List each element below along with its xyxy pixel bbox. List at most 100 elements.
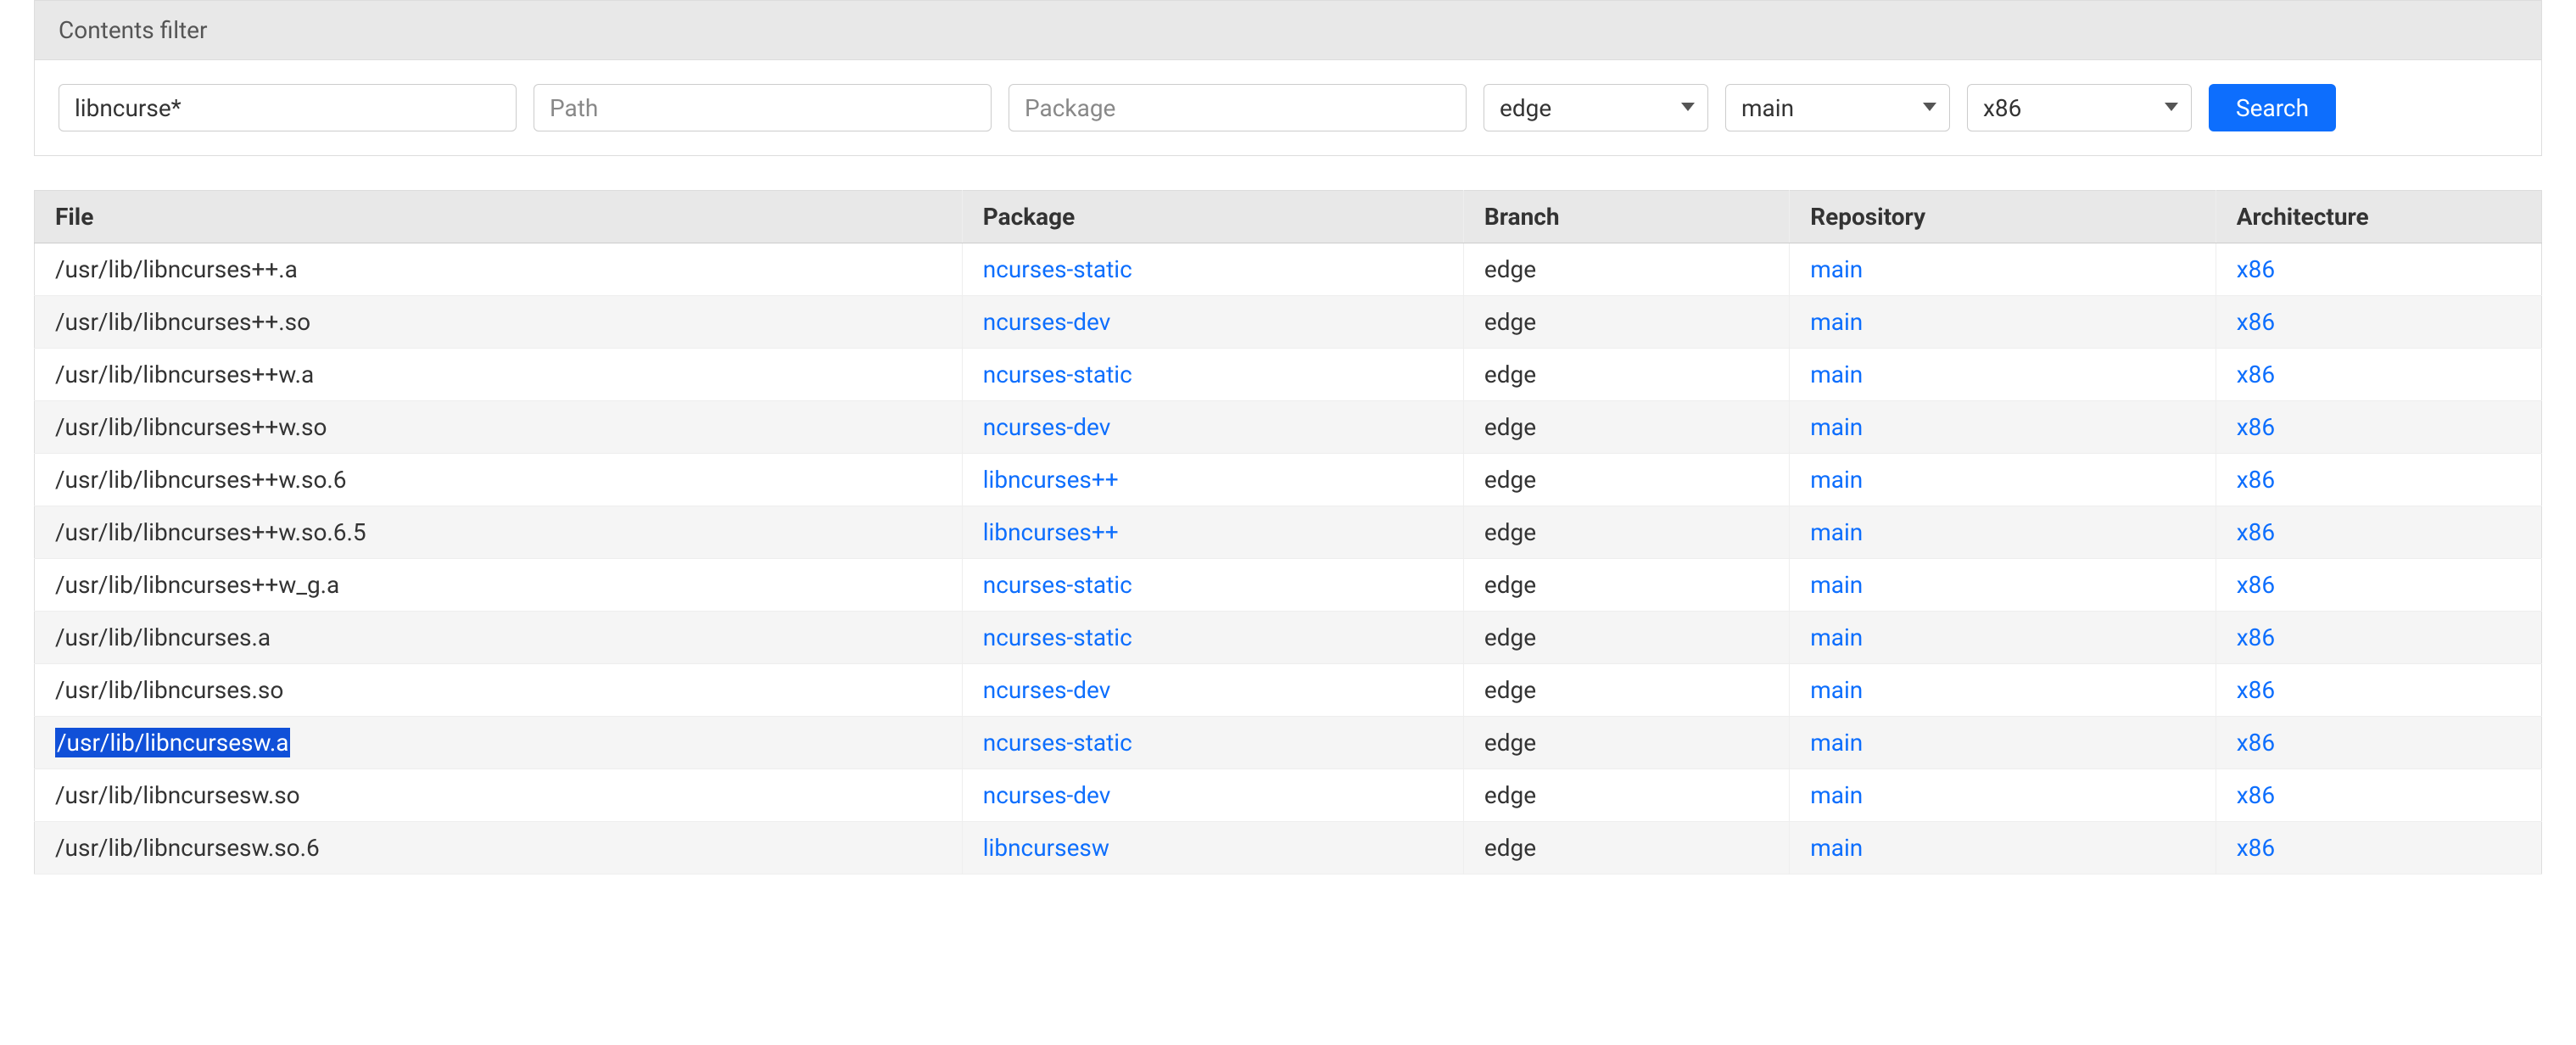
table-header-row: File Package Branch Repository Architect… xyxy=(35,191,2542,243)
table-row: /usr/lib/libncursesw.so.6 libncursesw edge… xyxy=(35,822,2542,875)
cell-package: ncurses-dev xyxy=(962,664,1463,717)
package-link[interactable]: ncurses-dev xyxy=(983,781,1111,809)
cell-repository: main xyxy=(1790,454,2216,506)
table-row: /usr/lib/libncurses++w.soncurses-devedge… xyxy=(35,401,2542,454)
cell-file: /usr/lib/libncursesw.so xyxy=(35,769,963,822)
package-link[interactable]: ncurses-static xyxy=(983,729,1132,757)
cell-package: ncurses-static xyxy=(962,349,1463,401)
architecture-link[interactable]: x86 xyxy=(2237,413,2275,441)
col-header-package: Package xyxy=(962,191,1463,243)
package-link[interactable]: ncurses-static xyxy=(983,571,1132,599)
cell-file: /usr/lib/libncurses++w_g.a xyxy=(35,559,963,612)
repository-link[interactable]: main xyxy=(1810,623,1863,651)
contents-filter-form: edge main x86 Search xyxy=(35,60,2541,155)
repository-link[interactable]: main xyxy=(1810,466,1863,494)
architecture-link[interactable]: x86 xyxy=(2237,571,2275,599)
architecture-link[interactable]: x86 xyxy=(2237,518,2275,546)
cell-branch: edge xyxy=(1463,559,1789,612)
architecture-link[interactable]: x86 xyxy=(2237,676,2275,704)
col-header-repository: Repository xyxy=(1790,191,2216,243)
table-row: /usr/lib/libncurses.a ncurses-static edgem… xyxy=(35,612,2542,664)
cell-package: ncurses-dev xyxy=(962,401,1463,454)
file-filter-input[interactable] xyxy=(59,84,517,131)
cell-branch: edge xyxy=(1463,349,1789,401)
cell-file: /usr/lib/libncursesw.so.6 xyxy=(35,822,963,875)
cell-architecture: x86 xyxy=(2216,401,2541,454)
architecture-link[interactable]: x86 xyxy=(2237,360,2275,388)
cell-repository: main xyxy=(1790,769,2216,822)
repository-select[interactable]: main xyxy=(1725,84,1950,131)
cell-repository: main xyxy=(1790,401,2216,454)
contents-filter-title: Contents filter xyxy=(35,1,2541,60)
cell-branch: edge xyxy=(1463,822,1789,875)
cell-repository: main xyxy=(1790,243,2216,296)
cell-package: ncurses-static xyxy=(962,612,1463,664)
package-link[interactable]: ncurses-static xyxy=(983,255,1132,283)
architecture-link[interactable]: x86 xyxy=(2237,781,2275,809)
cell-branch: edge xyxy=(1463,296,1789,349)
cell-branch: edge xyxy=(1463,506,1789,559)
cell-repository: main xyxy=(1790,506,2216,559)
repository-link[interactable]: main xyxy=(1810,518,1863,546)
cell-branch: edge xyxy=(1463,612,1789,664)
table-row: /usr/lib/libncursesw.a ncurses-static edge… xyxy=(35,717,2542,769)
cell-repository: main xyxy=(1790,822,2216,875)
package-link[interactable]: ncurses-static xyxy=(983,623,1132,651)
repository-link[interactable]: main xyxy=(1810,781,1863,809)
package-link[interactable]: libncurses++ xyxy=(983,518,1119,546)
architecture-link[interactable]: x86 xyxy=(2237,255,2275,283)
table-row: /usr/lib/libncurses++.so ncurses-dev edgem… xyxy=(35,296,2542,349)
repository-link[interactable]: main xyxy=(1810,729,1863,757)
cell-package: ncurses-static xyxy=(962,717,1463,769)
architecture-link[interactable]: x86 xyxy=(2237,834,2275,862)
repository-link[interactable]: main xyxy=(1810,571,1863,599)
architecture-select[interactable]: x86 xyxy=(1967,84,2192,131)
cell-file: /usr/lib/libncurses.a xyxy=(35,612,963,664)
repository-link[interactable]: main xyxy=(1810,308,1863,336)
cell-branch: edge xyxy=(1463,243,1789,296)
cell-architecture: x86 xyxy=(2216,664,2541,717)
contents-filter-panel: Contents filter edge main x86 Search xyxy=(34,0,2542,156)
cell-file: /usr/lib/libncursesw.a xyxy=(35,717,963,769)
cell-file: /usr/lib/libncurses++w.so.6.5 xyxy=(35,506,963,559)
architecture-link[interactable]: x86 xyxy=(2237,623,2275,651)
search-button[interactable]: Search xyxy=(2209,84,2336,131)
cell-branch: edge xyxy=(1463,401,1789,454)
repository-link[interactable]: main xyxy=(1810,676,1863,704)
results-table: File Package Branch Repository Architect… xyxy=(34,190,2542,875)
cell-repository: main xyxy=(1790,664,2216,717)
package-link[interactable]: libncursesw xyxy=(983,834,1109,862)
package-link[interactable]: libncurses++ xyxy=(983,466,1119,494)
package-link[interactable]: ncurses-dev xyxy=(983,676,1111,704)
cell-architecture: x86 xyxy=(2216,822,2541,875)
package-link[interactable]: ncurses-static xyxy=(983,360,1132,388)
repository-link[interactable]: main xyxy=(1810,413,1863,441)
repository-link[interactable]: main xyxy=(1810,255,1863,283)
cell-repository: main xyxy=(1790,296,2216,349)
path-filter-input[interactable] xyxy=(534,84,992,131)
cell-file: /usr/lib/libncurses++w.so.6 xyxy=(35,454,963,506)
branch-select[interactable]: edge xyxy=(1484,84,1708,131)
cell-package: libncursesw xyxy=(962,822,1463,875)
package-filter-input[interactable] xyxy=(1009,84,1467,131)
cell-package: libncurses++ xyxy=(962,506,1463,559)
cell-repository: main xyxy=(1790,349,2216,401)
cell-file: /usr/lib/libncurses++.so xyxy=(35,296,963,349)
repository-link[interactable]: main xyxy=(1810,360,1863,388)
col-header-file: File xyxy=(35,191,963,243)
table-row: /usr/lib/libncurses.soncurses-devedgemai… xyxy=(35,664,2542,717)
package-link[interactable]: ncurses-dev xyxy=(983,308,1111,336)
package-link[interactable]: ncurses-dev xyxy=(983,413,1111,441)
architecture-link[interactable]: x86 xyxy=(2237,308,2275,336)
architecture-link[interactable]: x86 xyxy=(2237,729,2275,757)
cell-architecture: x86 xyxy=(2216,349,2541,401)
architecture-link[interactable]: x86 xyxy=(2237,466,2275,494)
cell-file: /usr/lib/libncurses.so xyxy=(35,664,963,717)
cell-branch: edge xyxy=(1463,717,1789,769)
cell-package: ncurses-static xyxy=(962,243,1463,296)
col-header-architecture: Architecture xyxy=(2216,191,2541,243)
cell-architecture: x86 xyxy=(2216,769,2541,822)
cell-architecture: x86 xyxy=(2216,559,2541,612)
repository-link[interactable]: main xyxy=(1810,834,1863,862)
cell-architecture: x86 xyxy=(2216,506,2541,559)
